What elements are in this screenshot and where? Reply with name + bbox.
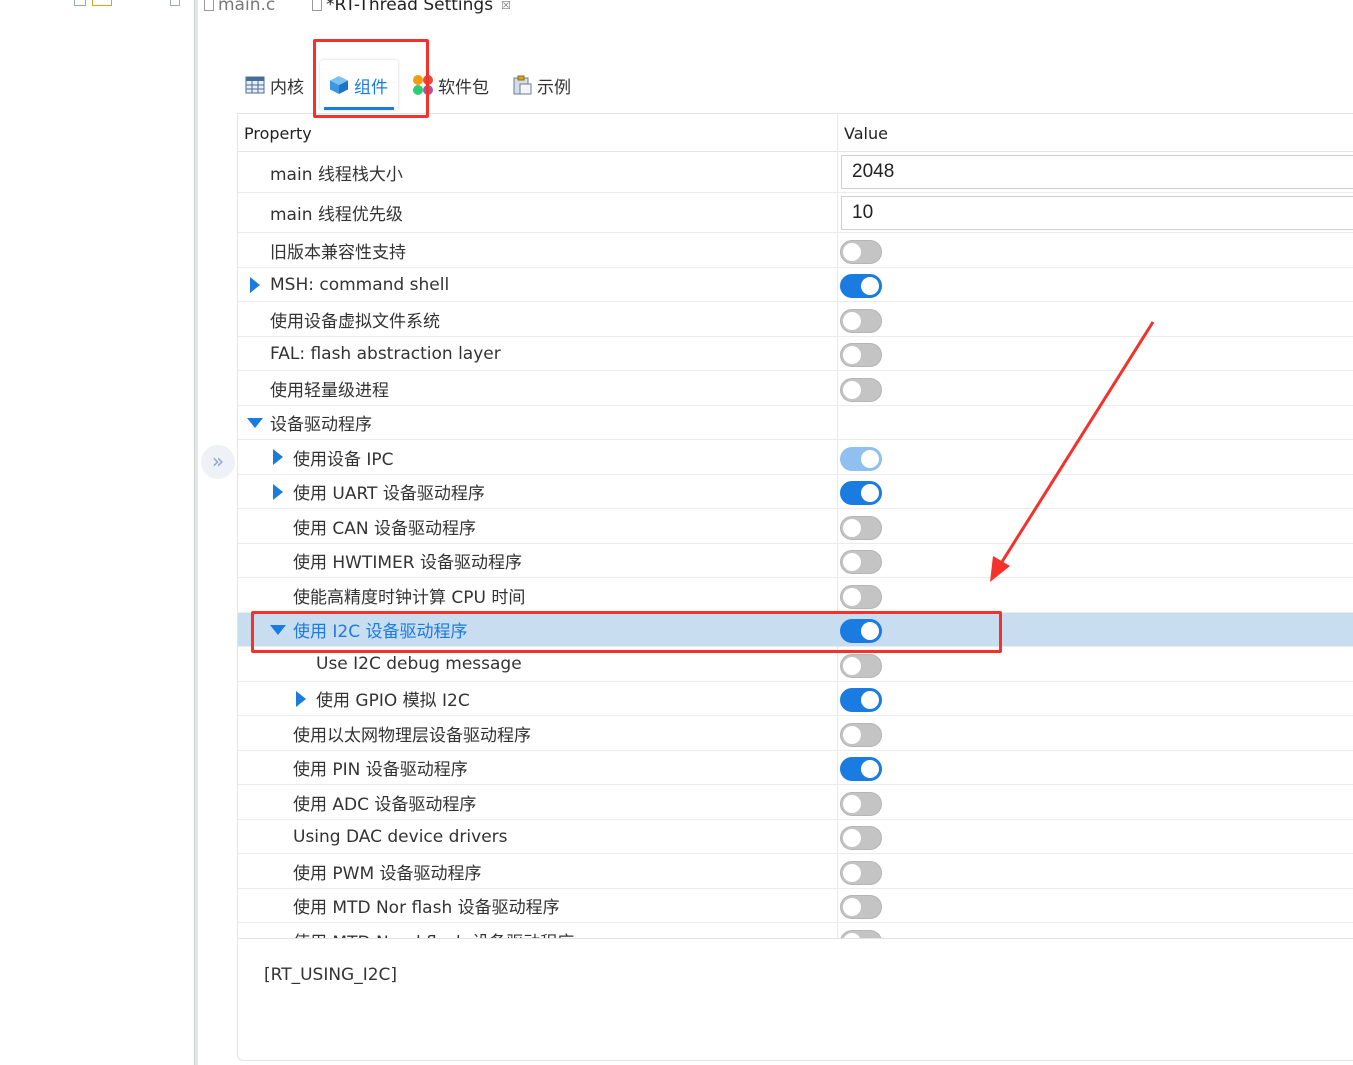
- property-label: 使用 MTD Nor flash 设备驱动程序: [293, 898, 560, 918]
- property-row[interactable]: main 线程栈大小: [238, 152, 1353, 193]
- toggle-switch[interactable]: [840, 378, 882, 402]
- tab-kernel[interactable]: 内核: [240, 60, 312, 110]
- tab-label: 示例: [537, 77, 571, 98]
- property-row[interactable]: main 线程优先级: [238, 193, 1353, 233]
- close-tab-icon[interactable]: ☒: [501, 0, 511, 12]
- property-row[interactable]: 使用 MTD Nor flash 设备驱动程序: [238, 889, 1353, 923]
- property-label: 使用设备虚拟文件系统: [270, 311, 440, 332]
- c-file-icon: [204, 0, 214, 11]
- expand-arrow-icon[interactable]: [273, 449, 283, 465]
- property-row[interactable]: 使用 PWM 设备驱动程序: [238, 854, 1353, 889]
- toggle-switch[interactable]: [840, 309, 882, 333]
- editor-tab-label: main.c: [218, 0, 276, 15]
- property-label: 旧版本兼容性支持: [270, 242, 406, 263]
- toggle-switch[interactable]: [840, 757, 882, 781]
- property-label: 使用轻量级进程: [270, 380, 389, 401]
- toggle-switch[interactable]: [840, 895, 882, 919]
- config-macro-text: [RT_USING_I2C]: [264, 965, 398, 985]
- column-header-value[interactable]: Value: [844, 124, 888, 143]
- tab-label: 软件包: [438, 77, 489, 98]
- toggle-switch[interactable]: [840, 654, 882, 678]
- tab-label: 内核: [270, 77, 304, 98]
- toggle-switch[interactable]: [840, 240, 882, 264]
- property-row[interactable]: 使用 PIN 设备驱动程序: [238, 751, 1353, 785]
- property-grid: Property Value main 线程栈大小 main 线程优先级 旧版本…: [237, 113, 1353, 939]
- property-label: 使用 UART 设备驱动程序: [293, 484, 485, 504]
- property-row[interactable]: 使用 MTD Nand flash 设备驱动程序: [238, 923, 1353, 939]
- toggle-switch[interactable]: [840, 550, 882, 574]
- property-label: 使用 CAN 设备驱动程序: [293, 518, 477, 539]
- annotation-highlight-row: [251, 611, 1002, 653]
- property-row[interactable]: 使能高精度时钟计算 CPU 时间: [238, 578, 1353, 613]
- property-label: main 线程栈大小: [270, 164, 403, 185]
- expand-arrow-icon[interactable]: [273, 483, 283, 500]
- annotation-highlight-tab: [313, 39, 429, 118]
- property-row[interactable]: 使用 HWTIMER 设备驱动程序: [238, 544, 1353, 578]
- expand-arrow-icon[interactable]: [296, 690, 306, 707]
- property-label: MSH: command shell: [270, 274, 450, 295]
- project-explorer-pane: [0, 0, 194, 1065]
- toggle-switch[interactable]: [840, 792, 882, 816]
- property-row[interactable]: MSH: command shell: [238, 268, 1353, 302]
- toggle-switch[interactable]: [840, 723, 882, 747]
- property-label: 使用 HWTIMER 设备驱动程序: [293, 553, 523, 573]
- property-label: 使用 MTD Nand flash 设备驱动程序: [293, 923, 574, 940]
- property-row[interactable]: 使用 UART 设备驱动程序: [238, 475, 1353, 509]
- main-priority-input[interactable]: [841, 196, 1353, 230]
- property-row[interactable]: 使用 GPIO 模拟 I2C: [238, 682, 1353, 716]
- grid-header: Property Value: [238, 114, 1353, 152]
- toggle-switch[interactable]: [840, 447, 882, 471]
- property-row[interactable]: 使用设备虚拟文件系统: [238, 302, 1353, 337]
- column-header-property[interactable]: Property: [244, 124, 312, 143]
- property-row[interactable]: 使用以太网物理层设备驱动程序: [238, 716, 1353, 751]
- toggle-switch[interactable]: [840, 826, 882, 850]
- property-row[interactable]: 设备驱动程序: [238, 406, 1353, 440]
- tab-examples[interactable]: 示例: [507, 60, 579, 110]
- minimize-icon[interactable]: [170, 0, 180, 6]
- toggle-switch[interactable]: [840, 688, 882, 712]
- toggle-switch[interactable]: [840, 861, 882, 885]
- settings-file-icon: [312, 0, 322, 11]
- main-stack-size-input[interactable]: [841, 155, 1353, 189]
- pane-splitter[interactable]: [194, 0, 198, 1065]
- property-label: Using DAC device drivers: [293, 826, 508, 847]
- property-label: main 线程优先级: [270, 205, 403, 225]
- property-row[interactable]: FAL: flash abstraction layer: [238, 337, 1353, 371]
- toggle-switch[interactable]: [840, 274, 882, 298]
- property-row[interactable]: 使用轻量级进程: [238, 371, 1353, 406]
- collapse-panel-button[interactable]: »: [201, 445, 235, 479]
- property-label: FAL: flash abstraction layer: [270, 343, 501, 364]
- property-label: 设备驱动程序: [270, 415, 372, 435]
- editor-tab-bar: main.c *RT-Thread Settings ☒: [198, 0, 1353, 18]
- toggle-switch[interactable]: [840, 343, 882, 367]
- toggle-switch[interactable]: [840, 481, 882, 505]
- editor-tab-main-c[interactable]: main.c: [204, 0, 275, 16]
- description-panel: [RT_USING_I2C]: [237, 938, 1353, 1061]
- clipboard-icon: [511, 74, 533, 96]
- property-label: 使用 ADC 设备驱动程序: [293, 794, 477, 815]
- toggle-switch[interactable]: [840, 516, 882, 540]
- property-row[interactable]: 使用 CAN 设备驱动程序: [238, 509, 1353, 544]
- collapse-arrow-icon[interactable]: [247, 417, 263, 428]
- folder-icon: [92, 0, 112, 6]
- tree-icon: [74, 0, 86, 6]
- expand-arrow-icon[interactable]: [250, 276, 260, 293]
- property-label: 使能高精度时钟计算 CPU 时间: [293, 587, 526, 608]
- property-label: 使用 PWM 设备驱动程序: [293, 863, 482, 884]
- property-label: 使用设备 IPC: [293, 449, 394, 470]
- property-label: 使用 PIN 设备驱动程序: [293, 760, 468, 780]
- property-label: 使用 GPIO 模拟 I2C: [316, 691, 470, 711]
- property-row[interactable]: Using DAC device drivers: [238, 820, 1353, 854]
- property-row[interactable]: 使用设备 IPC: [238, 440, 1353, 475]
- table-icon: [244, 74, 266, 96]
- editor-tab-label: *RT-Thread Settings: [326, 0, 494, 15]
- property-row[interactable]: 旧版本兼容性支持: [238, 233, 1353, 268]
- property-row[interactable]: 使用 ADC 设备驱动程序: [238, 785, 1353, 820]
- property-label: 使用以太网物理层设备驱动程序: [293, 725, 531, 746]
- toggle-switch[interactable]: [840, 585, 882, 609]
- editor-tab-rt-thread-settings[interactable]: *RT-Thread Settings ☒: [306, 0, 517, 16]
